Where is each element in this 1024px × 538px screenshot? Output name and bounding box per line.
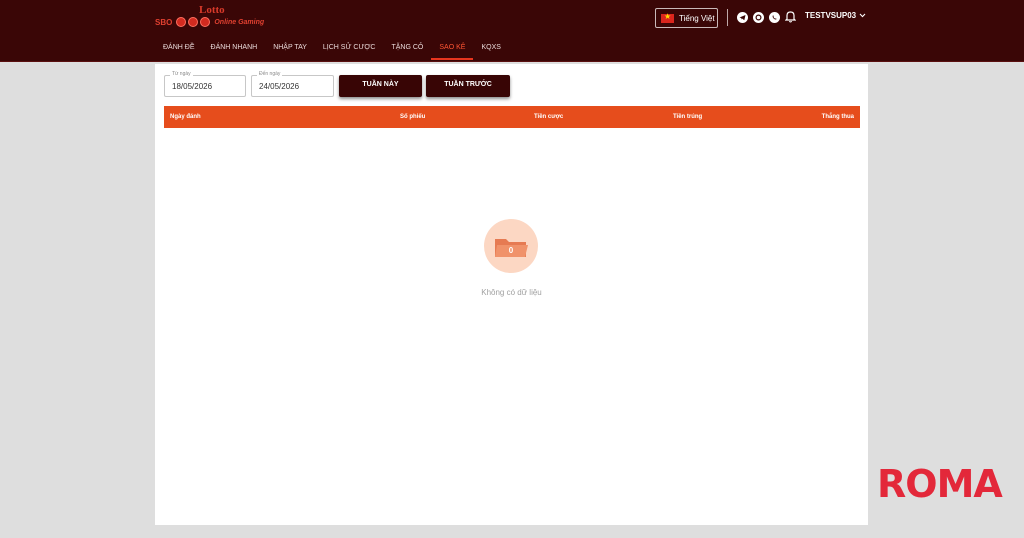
brand-logo[interactable]: Lotto SBO Online Gaming [155, 4, 267, 32]
statement-panel: Từ ngày 18/05/2026 Đến ngày 24/05/2026 T… [155, 64, 868, 525]
empty-folder-icon: 0 [484, 219, 538, 273]
column-header-stake: Tiền cược [534, 114, 564, 120]
logo-right-text: Online Gaming [214, 18, 265, 26]
nav-item-lich-su-cuoc[interactable]: LỊCH SỬ CƯỢC [315, 40, 384, 60]
from-date-label: Từ ngày [170, 71, 193, 77]
viber-icon[interactable] [753, 12, 764, 23]
from-date-value: 18/05/2026 [172, 82, 213, 91]
logo-ball-icon [176, 17, 187, 27]
column-header-bet-date: Ngày đánh [170, 114, 201, 120]
language-button[interactable]: Tiếng Việt [655, 8, 718, 28]
empty-badge: 0 [509, 246, 514, 255]
from-date-field[interactable]: Từ ngày 18/05/2026 [164, 71, 246, 97]
this-week-button[interactable]: TUẦN NÀY [339, 75, 422, 97]
logo-ball-icon [188, 17, 199, 27]
logo-left-text: SBO [155, 17, 173, 27]
chevron-down-icon [859, 13, 866, 18]
whatsapp-icon[interactable] [769, 12, 780, 23]
to-date-value: 24/05/2026 [259, 82, 300, 91]
logo-top-text: Lotto [199, 4, 225, 16]
nav-item-kqxs[interactable]: KQXS [473, 40, 508, 60]
top-header: Lotto SBO Online Gaming Tiếng Việt TESTV… [0, 0, 1024, 62]
nav-item-danh-de[interactable]: ĐÁNH ĐỀ [155, 40, 203, 60]
to-date-label: Đến ngày [257, 71, 283, 77]
logo-ball-icon [200, 17, 211, 27]
last-week-button[interactable]: TUẦN TRƯỚC [426, 75, 510, 97]
language-label: Tiếng Việt [679, 13, 715, 23]
column-header-win-loss: Thắng thua [821, 114, 854, 120]
notification-bell-icon[interactable] [784, 10, 797, 23]
main-nav: ĐÁNH ĐỀ ĐÁNH NHANH NHẬP TAY LỊCH SỬ CƯỢC… [155, 40, 509, 60]
header-divider [727, 9, 728, 26]
nav-item-nhap-tay[interactable]: NHẬP TAY [265, 40, 315, 60]
column-header-ticket-count: Số phiếu [400, 114, 426, 120]
watermark-text: ROMA [877, 462, 1003, 506]
user-menu[interactable]: TESTVSUP03 [805, 11, 866, 20]
vietnam-flag-icon [661, 12, 674, 23]
logo-row: SBO Online Gaming [155, 17, 264, 27]
to-date-field[interactable]: Đến ngày 24/05/2026 [251, 71, 334, 97]
nav-item-danh-nhanh[interactable]: ĐÁNH NHANH [203, 40, 266, 60]
watermark-logo: ROMA [877, 464, 1009, 504]
nav-item-tang-co[interactable]: TẶNG CỎ [383, 40, 431, 60]
column-header-winnings: Tiền trúng [673, 114, 703, 120]
empty-state-text: Không có dữ liệu [481, 288, 542, 297]
username: TESTVSUP03 [805, 11, 857, 20]
telegram-icon[interactable] [737, 12, 748, 23]
nav-item-sao-ke[interactable]: SAO KÊ [431, 40, 474, 60]
table-header: Ngày đánh Số phiếu Tiền cược Tiền trúng … [164, 106, 860, 128]
